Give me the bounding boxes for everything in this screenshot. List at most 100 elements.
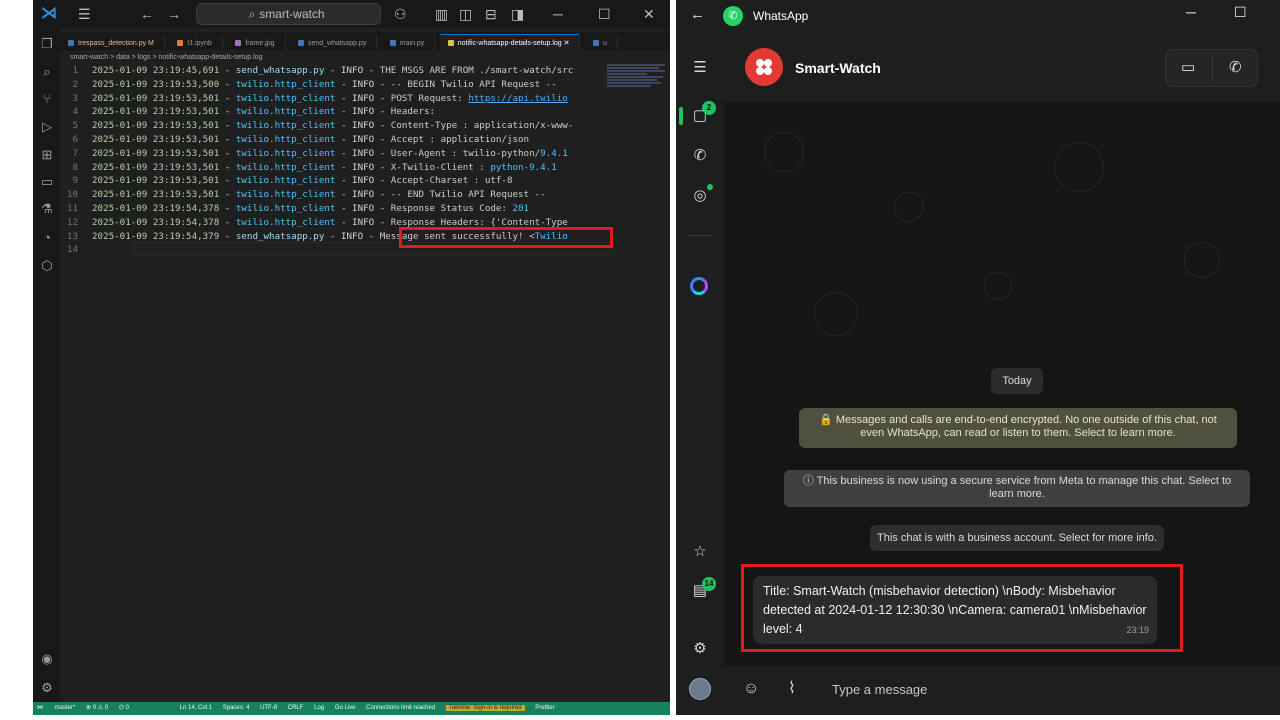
layout-icon[interactable]: ▥ — [435, 5, 448, 23]
menu-icon[interactable]: ☰ — [689, 57, 711, 79]
copilot-icon[interactable]: ⚇ — [394, 5, 407, 23]
explorer-icon[interactable]: ❐ — [39, 36, 55, 52]
extensions-icon[interactable]: ⊞ — [39, 147, 55, 163]
panel-toggle-icon[interactable]: ⊟ — [485, 5, 497, 23]
problems-status[interactable]: ⊗ 0 ⚠ 0 — [86, 705, 108, 711]
tab-overflow[interactable]: u — [585, 35, 618, 50]
indentation-status[interactable]: Spaces: 4 — [223, 705, 250, 711]
cursor-position[interactable]: Ln 14, Col 1 — [180, 705, 212, 711]
code-line[interactable]: 4 2025-01-09 23:19:53,501 - twilio.http_c… — [60, 105, 600, 119]
code-line[interactable]: 5 2025-01-09 23:19:53,501 - twilio.http_c… — [60, 119, 600, 133]
log-file-icon — [447, 40, 454, 47]
code-line[interactable]: 11 2025-01-09 23:19:54,378 - twilio.http_… — [60, 202, 600, 216]
breadcrumb[interactable]: smart-watch > data > logs > notific-what… — [70, 52, 630, 64]
starred-icon[interactable]: ☆ — [689, 541, 711, 563]
app-title: WhatsApp — [753, 9, 809, 23]
line-number: 14 — [66, 244, 78, 256]
business-service-notice[interactable]: ⓘ This business is now using a secure se… — [784, 470, 1250, 507]
minimap[interactable] — [607, 64, 667, 90]
tab-trespass-detection[interactable]: trespass_detection.py M — [60, 35, 165, 50]
tab-send-whatsapp[interactable]: send_whatsapp.py — [290, 35, 378, 50]
code-line[interactable]: 1 2025-01-09 23:19:45,691 - send_whatsapp… — [60, 64, 600, 78]
code-line[interactable]: 6 2025-01-09 23:19:53,501 - twilio.http_c… — [60, 133, 600, 147]
chat-panel: Smart-Watch ▭ ✆ Today 🔒 Messages and cal… — [724, 32, 1280, 715]
code-line[interactable]: 3 2025-01-09 23:19:53,501 - twilio.http_c… — [60, 92, 600, 106]
code-editor[interactable]: 1 2025-01-09 23:19:45,691 - send_whatsapp… — [60, 64, 614, 702]
back-arrow-icon[interactable]: ← — [690, 6, 705, 23]
code-line[interactable]: 2 2025-01-09 23:19:53,500 - twilio.http_c… — [60, 78, 600, 92]
screenshot-root: ⋊ ☰ ← → ⌕ smart-watch ⚇ ▥ ◫ ⊟ ◨ ─ ☐ ✕ ❐ ⌕… — [0, 0, 1280, 720]
log-source: twilio.http_client — [235, 203, 336, 214]
forward-arrow-icon[interactable]: → — [167, 5, 181, 23]
selected-indicator — [679, 107, 683, 125]
encryption-notice[interactable]: 🔒 Messages and calls are end-to-end encr… — [799, 408, 1237, 448]
command-center-search[interactable]: ⌕ smart-watch — [196, 3, 381, 25]
voice-call-icon[interactable]: ✆ — [1229, 59, 1242, 77]
close-icon[interactable]: ✕ — [643, 5, 655, 23]
tab-t1-notebook[interactable]: t1.ipynb — [169, 35, 223, 50]
line-number: 2 — [72, 78, 78, 90]
back-arrow-icon[interactable]: ← — [140, 5, 154, 23]
log-level: INFO — [352, 161, 375, 173]
contact-name[interactable]: Smart-Watch — [795, 60, 881, 76]
maximize-icon[interactable]: ☐ — [1234, 4, 1247, 21]
log-timestamp: 2025-01-09 23:19:53,501 — [92, 175, 220, 187]
run-debug-icon[interactable]: ▷ — [39, 119, 55, 135]
tab-main[interactable]: main.py — [382, 35, 436, 50]
secondary-sidebar-icon[interactable]: ◨ — [511, 5, 524, 23]
eol-status[interactable]: CRLF — [288, 705, 304, 711]
sidebar-toggle-icon[interactable]: ◫ — [459, 5, 472, 23]
log-timestamp: 2025-01-09 23:19:54,379 — [92, 230, 220, 242]
minimize-icon[interactable]: ─ — [1186, 4, 1196, 20]
contact-avatar[interactable] — [745, 48, 783, 86]
maximize-icon[interactable]: ☐ — [598, 5, 611, 23]
remote-indicator-icon[interactable]: ⋈ — [33, 702, 47, 715]
cube-icon[interactable]: ⬡ — [39, 258, 55, 274]
message-list[interactable]: Today 🔒 Messages and calls are end-to-en… — [724, 102, 1280, 666]
branch-status[interactable]: master* — [55, 705, 76, 711]
gitlens-icon[interactable]: ◔ — [39, 230, 55, 246]
minimize-icon[interactable]: ─ — [553, 5, 563, 23]
code-line[interactable]: 9 2025-01-09 23:19:53,501 - twilio.http_c… — [60, 174, 600, 188]
chat-header[interactable]: Smart-Watch ▭ ✆ — [724, 32, 1280, 102]
message-input[interactable]: Type a message — [832, 682, 927, 697]
menu-icon[interactable]: ☰ — [78, 5, 91, 23]
ports-status[interactable]: ⌬ 0 — [119, 705, 129, 711]
prettier-status[interactable]: Prettier — [535, 705, 554, 711]
log-source: twilio.http_client — [235, 78, 336, 90]
log-level: INFO — [352, 78, 375, 90]
calls-icon[interactable]: ✆ — [689, 145, 711, 167]
settings-gear-icon[interactable]: ⚙ — [689, 638, 711, 660]
testing-icon[interactable]: ⚗ — [39, 201, 55, 217]
meta-ai-icon[interactable] — [690, 277, 708, 295]
log-message: -- END Twilio API Request -- — [390, 189, 546, 201]
tab-frame-image[interactable]: frame.jpg — [227, 35, 286, 50]
attach-icon[interactable]: ⌇ — [788, 680, 796, 698]
source-control-icon[interactable]: ⑂ — [39, 91, 55, 107]
code-line[interactable]: 10 2025-01-09 23:19:53,501 - twilio.http_… — [60, 188, 600, 202]
wallpaper-doodle — [1184, 242, 1220, 278]
video-call-icon[interactable]: ▭ — [1181, 59, 1195, 77]
settings-gear-icon[interactable]: ⚙ — [39, 680, 55, 696]
encoding-status[interactable]: UTF-8 — [260, 705, 277, 711]
language-status[interactable]: Log — [314, 705, 324, 711]
remote-explorer-icon[interactable]: ▭ — [39, 174, 55, 190]
go-live-button[interactable]: Go Live — [335, 705, 356, 711]
connections-status[interactable]: Connections limit reached — [366, 705, 435, 711]
log-message: Headers: — [390, 106, 436, 118]
tabnine-status[interactable]: Tabnine: Sign-in is required — [445, 705, 525, 711]
log-value: 201 — [512, 203, 530, 214]
emoji-icon[interactable]: ☺ — [743, 680, 759, 698]
code-line[interactable]: 7 2025-01-09 23:19:53,501 - twilio.http_c… — [60, 147, 600, 161]
annotation-highlight-box — [399, 227, 613, 248]
tab-notific-log[interactable]: notific-whatsapp-details-setup.log ✕ — [439, 34, 581, 50]
code-line[interactable]: 8 2025-01-09 23:19:53,501 - twilio.http_c… — [60, 161, 600, 175]
search-icon[interactable]: ⌕ — [39, 64, 55, 80]
log-source: twilio.http_client — [235, 189, 336, 201]
profile-avatar[interactable] — [689, 678, 711, 700]
image-file-icon — [235, 40, 242, 47]
business-account-notice[interactable]: This chat is with a business account. Se… — [870, 525, 1164, 551]
log-message: X-Twilio-Client : — [390, 161, 491, 173]
account-icon[interactable]: ◉ — [39, 651, 55, 667]
tab-close-icon[interactable]: ✕ — [564, 40, 570, 47]
